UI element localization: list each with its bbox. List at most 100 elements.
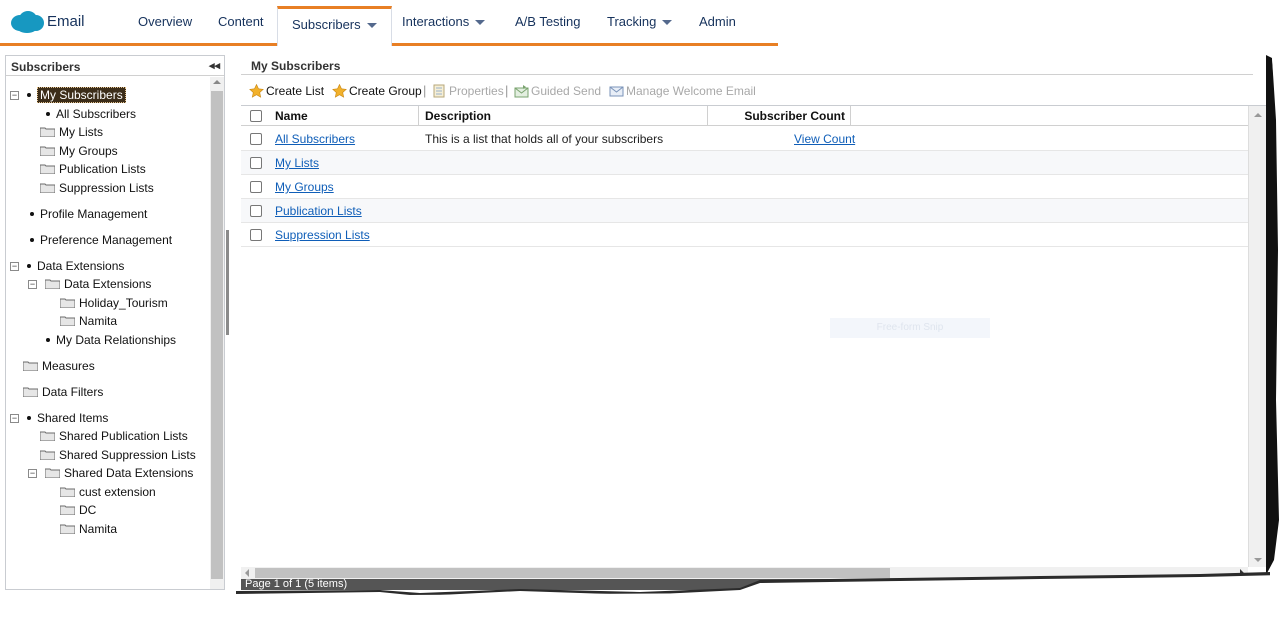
page-title: My Subscribers bbox=[241, 55, 1253, 75]
collapse-toggle-icon[interactable]: − bbox=[10, 262, 19, 271]
row-checkbox[interactable] bbox=[250, 205, 262, 217]
tab-interactions[interactable]: Interactions bbox=[402, 14, 486, 29]
collapse-panel-button[interactable]: ◂◂ bbox=[209, 59, 220, 72]
subscribers-tree-panel: Subscribers ◂◂ − My Subscribers All Subsc… bbox=[5, 55, 225, 590]
row-checkbox[interactable] bbox=[250, 181, 262, 193]
select-all-cell bbox=[241, 106, 269, 126]
tree-node-suppression-lists[interactable]: Suppression Lists bbox=[40, 181, 154, 196]
grid-horizontal-scrollbar[interactable] bbox=[241, 567, 1248, 579]
salesforce-cloud-logo-icon[interactable] bbox=[10, 10, 44, 34]
folder-icon bbox=[40, 183, 55, 193]
tab-overview-label: Overview bbox=[138, 14, 193, 29]
table-row[interactable]: My Groups bbox=[241, 175, 1248, 199]
collapse-toggle-icon[interactable]: − bbox=[10, 414, 19, 423]
chevron-down-icon bbox=[366, 23, 377, 29]
tree-node-my-data-relationships[interactable]: My Data Relationships bbox=[46, 333, 176, 348]
bullet-icon bbox=[46, 112, 50, 116]
app-name[interactable]: Email bbox=[47, 13, 85, 30]
tree-node-data-filters[interactable]: Data Filters bbox=[23, 385, 103, 400]
row-checkbox[interactable] bbox=[250, 157, 262, 169]
create-list-button[interactable]: Create List bbox=[249, 84, 324, 98]
collapse-toggle-icon[interactable]: − bbox=[28, 280, 37, 289]
guided-send-button[interactable]: Guided Send bbox=[514, 84, 601, 98]
tree-node-shared-publication-lists[interactable]: Shared Publication Lists bbox=[40, 429, 188, 444]
tree-node-my-lists[interactable]: My Lists bbox=[40, 125, 103, 140]
left-panel-header: Subscribers ◂◂ bbox=[6, 56, 224, 76]
tree-node-my-subscribers[interactable]: − My Subscribers bbox=[10, 87, 126, 103]
scroll-up-icon[interactable] bbox=[213, 80, 221, 84]
tree-node-shared-items[interactable]: − Shared Items bbox=[10, 411, 108, 426]
list-name-link[interactable]: All Subscribers bbox=[275, 132, 355, 146]
tree-node-cust-extension[interactable]: cust extension bbox=[60, 485, 156, 500]
tab-ab-testing[interactable]: A/B Testing bbox=[515, 14, 581, 29]
scrollbar-thumb[interactable] bbox=[255, 568, 890, 578]
folder-icon bbox=[60, 524, 75, 534]
scrollbar-thumb[interactable] bbox=[211, 91, 223, 579]
table-row[interactable]: All Subscribers This is a list that hold… bbox=[241, 127, 1248, 151]
grid-header: Name Description Subscriber Count bbox=[241, 106, 1248, 126]
tab-content[interactable]: Content bbox=[218, 14, 264, 29]
column-header-subscriber-count[interactable]: Subscriber Count bbox=[708, 106, 851, 126]
table-row[interactable]: Suppression Lists bbox=[241, 223, 1248, 247]
tree-node-label: Shared Data Extensions bbox=[64, 466, 194, 480]
tree-node-publication-lists[interactable]: Publication Lists bbox=[40, 162, 146, 177]
tree-node-dc[interactable]: DC bbox=[60, 503, 96, 518]
chevron-down-icon bbox=[662, 20, 673, 26]
tree-node-my-groups[interactable]: My Groups bbox=[40, 144, 118, 159]
tab-admin-label: Admin bbox=[699, 14, 736, 29]
table-row[interactable]: Publication Lists bbox=[241, 199, 1248, 223]
tree-node-measures[interactable]: Measures bbox=[23, 359, 95, 374]
scroll-down-icon[interactable] bbox=[1254, 558, 1262, 562]
left-panel-scrollbar[interactable] bbox=[210, 77, 224, 589]
folder-icon bbox=[60, 316, 75, 326]
tab-admin[interactable]: Admin bbox=[699, 14, 736, 29]
subscribers-grid: Name Description Subscriber Count All Su… bbox=[241, 105, 1266, 567]
tree-node-label: DC bbox=[79, 503, 97, 517]
column-header-name[interactable]: Name bbox=[269, 106, 419, 126]
tree-node-label: Suppression Lists bbox=[59, 181, 154, 195]
tree-node-label: Preference Management bbox=[40, 233, 173, 247]
chevron-down-icon bbox=[475, 20, 486, 26]
column-header-description[interactable]: Description bbox=[419, 106, 708, 126]
bullet-icon bbox=[46, 338, 50, 342]
row-checkbox[interactable] bbox=[250, 229, 262, 241]
list-name-link[interactable]: Publication Lists bbox=[275, 204, 362, 218]
folder-icon bbox=[40, 146, 55, 156]
tree-node-label: My Groups bbox=[59, 144, 118, 158]
properties-button[interactable]: Properties bbox=[432, 84, 504, 98]
list-name-link[interactable]: Suppression Lists bbox=[275, 228, 370, 242]
tree-node-data-extensions-folder[interactable]: − Data Extensions bbox=[28, 277, 151, 292]
tree-node-all-subscribers[interactable]: All Subscribers bbox=[46, 107, 136, 122]
row-checkbox[interactable] bbox=[250, 133, 262, 145]
manage-welcome-email-button[interactable]: Manage Welcome Email bbox=[609, 84, 756, 98]
tab-overview[interactable]: Overview bbox=[138, 14, 192, 29]
collapse-toggle-icon[interactable]: − bbox=[28, 469, 37, 478]
tree-node-label: Publication Lists bbox=[59, 162, 146, 176]
scroll-up-icon[interactable] bbox=[1254, 113, 1262, 117]
tab-tracking[interactable]: Tracking bbox=[607, 14, 673, 29]
view-count-link[interactable]: View Count bbox=[794, 132, 855, 146]
tree-node-namita-shared[interactable]: Namita bbox=[60, 522, 117, 537]
tree-node-shared-data-extensions[interactable]: − Shared Data Extensions bbox=[28, 466, 193, 481]
table-row[interactable]: My Lists bbox=[241, 151, 1248, 175]
tree-node-shared-suppression-lists[interactable]: Shared Suppression Lists bbox=[40, 448, 196, 463]
tree-node-profile-management[interactable]: Profile Management bbox=[30, 207, 147, 222]
tab-subscribers[interactable]: Subscribers bbox=[277, 6, 392, 46]
create-group-button[interactable]: Create Group bbox=[332, 84, 422, 98]
list-name-link[interactable]: My Groups bbox=[275, 180, 334, 194]
select-all-checkbox[interactable] bbox=[250, 110, 262, 122]
tree-node-holiday-tourism[interactable]: Holiday_Tourism bbox=[60, 296, 168, 311]
tree-node-preference-management[interactable]: Preference Management bbox=[30, 233, 172, 248]
grid-vertical-scrollbar[interactable] bbox=[1248, 106, 1266, 567]
collapse-toggle-icon[interactable]: − bbox=[10, 91, 19, 100]
scroll-right-icon[interactable] bbox=[1240, 569, 1244, 577]
tree-node-data-extensions-root[interactable]: − Data Extensions bbox=[10, 259, 124, 274]
scroll-left-icon[interactable] bbox=[245, 569, 249, 577]
main-content-panel: My Subscribers Create List Create Group … bbox=[241, 55, 1266, 590]
tab-ab-testing-label: A/B Testing bbox=[515, 14, 581, 29]
tree-node-label: Shared Publication Lists bbox=[59, 429, 188, 443]
tree-node-namita[interactable]: Namita bbox=[60, 314, 117, 329]
panel-splitter-handle[interactable] bbox=[226, 230, 229, 335]
list-name-link[interactable]: My Lists bbox=[275, 156, 319, 170]
guided-send-label: Guided Send bbox=[531, 84, 602, 98]
